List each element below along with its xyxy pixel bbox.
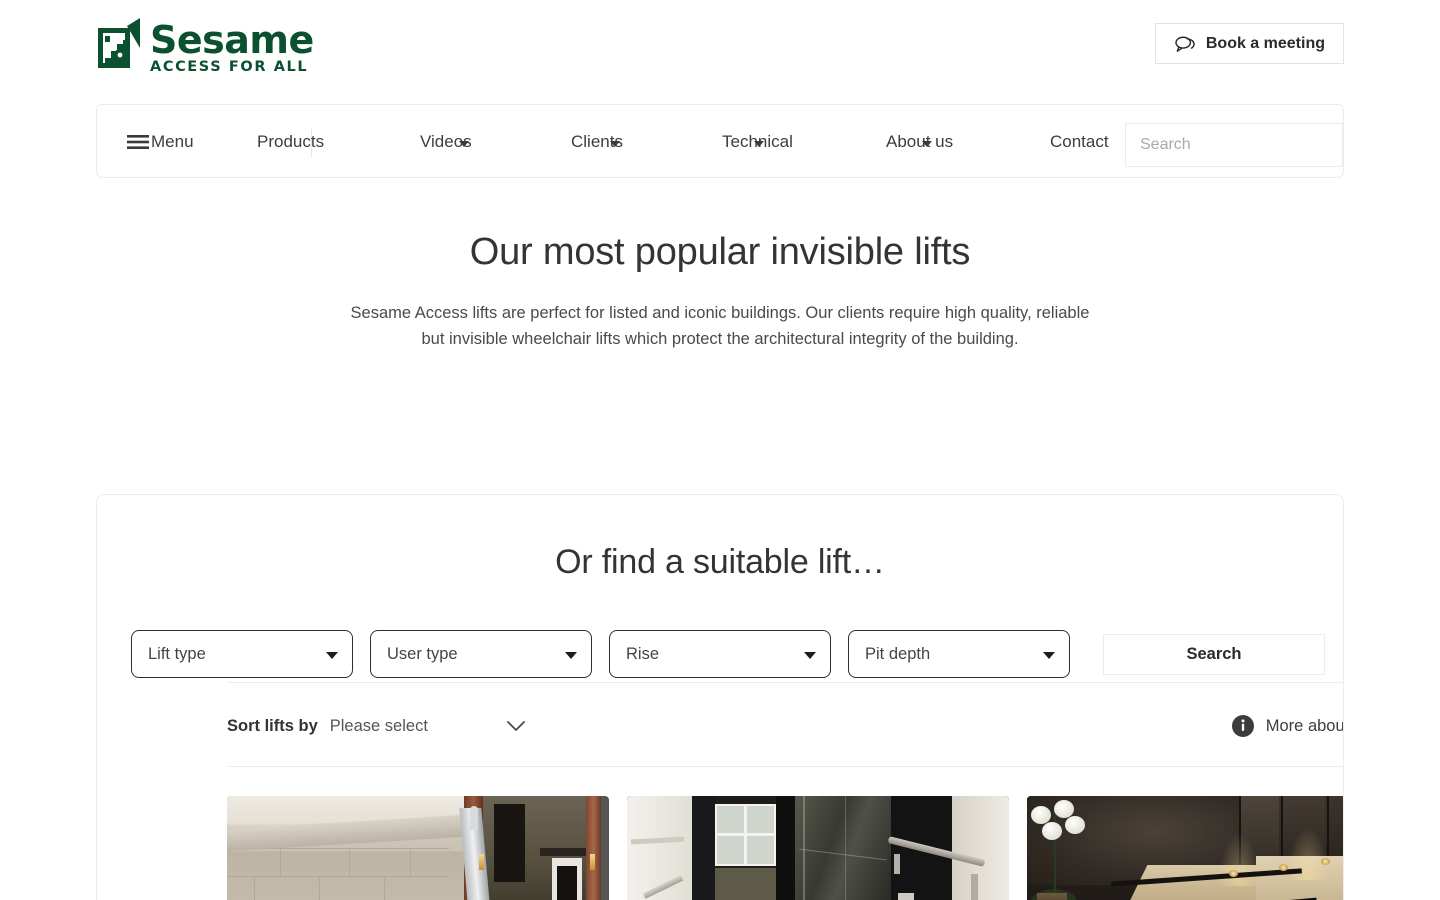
more-about-our-lifts-link[interactable]: More about our lifts (1231, 715, 1344, 737)
nav-clients-chevron-down-icon[interactable] (610, 141, 620, 147)
lift-type-select[interactable]: Lift type (131, 630, 353, 678)
site-header: Sesame ACCESS FOR ALL Book a meeting (0, 0, 1440, 96)
page-root: Sesame ACCESS FOR ALL Book a meeting Men (0, 0, 1440, 900)
finder-search-button-label: Search (1186, 644, 1242, 663)
sort-chevron-down-icon[interactable] (506, 720, 526, 732)
pit-depth-select-value: Pit depth (865, 644, 931, 663)
main-navigation: Menu Products Videos Clients Technical A… (96, 104, 1347, 179)
lift-card-grid (227, 796, 1343, 900)
nav-item-contact[interactable]: Contact (1050, 105, 1109, 179)
nav-item-about-us[interactable]: About us (886, 105, 953, 179)
user-type-select-value: User type (387, 644, 458, 663)
lift-type-chevron-down-icon (326, 652, 338, 659)
nav-menu-toggle[interactable]: Menu (127, 105, 194, 179)
page-title: Our most popular invisible lifts (469, 231, 971, 273)
lift-card-3-image (1027, 796, 1343, 900)
lift-finder-panel: Or find a suitable lift… Lift type User … (96, 494, 1344, 900)
book-a-meeting-button[interactable]: Book a meeting (1154, 23, 1344, 64)
stairs-wheelchair-icon (98, 18, 140, 68)
filter-row: Lift type User type Rise Pit depth Searc… (131, 630, 1343, 678)
rise-select[interactable]: Rise (609, 630, 831, 678)
hero-section: Our most popular invisible lifts Sesame … (0, 228, 1440, 352)
hamburger-icon (127, 135, 149, 149)
logo-tagline: ACCESS FOR ALL (150, 59, 309, 75)
hero-paragraph: Sesame Access lifts are perfect for list… (350, 304, 1090, 348)
nav-menu-label: Menu (151, 132, 194, 151)
lift-card-1-image (227, 796, 609, 900)
search-input[interactable] (1140, 136, 1347, 154)
sort-row: Sort lifts by Please select More about o… (227, 702, 1344, 750)
nav-search-box[interactable] (1125, 123, 1347, 167)
lift-type-select-value: Lift type (148, 644, 206, 663)
book-a-meeting-label: Book a meeting (1205, 34, 1325, 52)
nav-item-contact-label: Contact (1050, 132, 1109, 151)
lift-card-2-image (627, 796, 1009, 900)
sort-lifts-by-value[interactable]: Please select (330, 717, 428, 736)
info-icon (1231, 715, 1254, 737)
more-about-our-lifts-label: More about our lifts (1265, 716, 1344, 735)
logo-wordmark: Sesame (150, 18, 314, 62)
pit-depth-chevron-down-icon (1043, 652, 1055, 659)
finder-search-button[interactable]: Search (1103, 633, 1325, 675)
lift-card-1[interactable] (227, 796, 609, 900)
pit-depth-select[interactable]: Pit depth (848, 630, 1070, 678)
lift-card-3[interactable] (1027, 796, 1343, 900)
rise-chevron-down-icon (804, 652, 816, 659)
nav-item-products[interactable]: Products (257, 105, 324, 179)
sort-lifts-by-label: Sort lifts by (227, 716, 318, 735)
panel-divider-top (227, 682, 1343, 683)
nav-item-about-us-label: About us (886, 132, 954, 151)
lift-card-2[interactable] (627, 796, 1009, 900)
finder-title: Or find a suitable lift… (555, 543, 885, 581)
panel-divider-bottom (227, 766, 1343, 767)
nav-item-products-label: Products (257, 132, 325, 151)
user-type-select[interactable]: User type (370, 630, 592, 678)
nav-about-us-chevron-down-icon[interactable] (922, 141, 932, 147)
nav-videos-chevron-down-icon[interactable] (459, 141, 469, 147)
site-logo[interactable]: Sesame ACCESS FOR ALL (96, 18, 314, 75)
nav-technical-chevron-down-icon[interactable] (754, 141, 764, 147)
speech-bubbles-icon (1175, 36, 1195, 52)
user-type-chevron-down-icon (565, 652, 577, 659)
rise-select-value: Rise (626, 644, 660, 663)
